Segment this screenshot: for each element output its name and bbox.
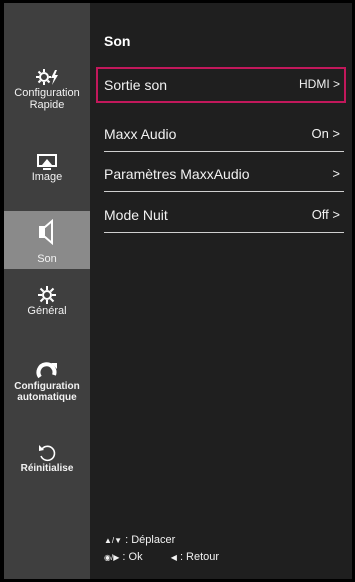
menu-row-value: On >	[311, 126, 340, 141]
menu-row-label: Maxx Audio	[104, 126, 177, 142]
hint-ok-label: : Ok	[122, 551, 143, 563]
menu-row-maxxaudio-settings[interactable]: Paramètres MaxxAudio >	[96, 156, 346, 192]
hint-move-label: : Déplacer	[125, 534, 176, 546]
divider	[104, 191, 344, 192]
sidebar-item-quick-settings[interactable]: Configuration Rapide	[4, 67, 90, 137]
menu-row-label: Sortie son	[104, 77, 168, 93]
hint-back-label: : Retour	[179, 551, 220, 563]
sidebar-item-picture[interactable]: Image	[4, 153, 90, 199]
sidebar-item-label: Général	[27, 305, 67, 317]
reset-icon	[39, 445, 56, 462]
divider	[104, 232, 344, 233]
menu-row-sortie-son[interactable]: Sortie son HDMI >	[96, 67, 346, 103]
sound-menu-panel: Son Sortie son HDMI > Maxx Audio On > Pa…	[90, 3, 352, 579]
menu-row-value: Off >	[311, 207, 340, 222]
menu-row-mode-nuit[interactable]: Mode Nuit Off >	[96, 197, 346, 233]
page-title: Son	[104, 33, 131, 49]
menu-row-value: >	[332, 166, 340, 181]
auto-config-icon	[36, 362, 57, 379]
divider	[104, 151, 344, 152]
ok-right-icon: ◉/▶	[104, 553, 120, 562]
hint-ok-back: ◉/▶ : Ok ◀ : Retour	[104, 549, 219, 566]
speaker-icon	[39, 219, 53, 245]
left-arrow-icon: ◀	[170, 553, 177, 562]
hint-move: ▲/▼ : Déplacer	[104, 532, 219, 549]
sidebar-item-auto-config[interactable]: Configuration automatique	[4, 361, 90, 419]
sidebar-item-label: Réinitialise	[20, 463, 74, 474]
sidebar-item-sound[interactable]: Son	[4, 211, 90, 269]
sidebar-item-label: Configuration Rapide	[14, 87, 80, 111]
sidebar-item-label: Configuration automatique	[14, 381, 80, 403]
sidebar-item-label: Image	[31, 171, 63, 183]
gear-icon	[38, 286, 56, 304]
up-down-arrows-icon: ▲/▼	[104, 536, 123, 545]
menu-row-label: Paramètres MaxxAudio	[104, 166, 250, 182]
menu-row-maxx-audio[interactable]: Maxx Audio On >	[96, 116, 346, 152]
sidebar: Configuration Rapide Image Son Général C…	[4, 3, 90, 579]
key-hints: ▲/▼ : Déplacer ◉/▶ : Ok ◀ : Retour	[104, 532, 219, 566]
menu-row-label: Mode Nuit	[104, 207, 168, 223]
quick-settings-icon	[36, 69, 58, 85]
sidebar-item-general[interactable]: Général	[4, 285, 90, 333]
menu-row-value: HDMI >	[298, 77, 340, 91]
osd-window: Configuration Rapide Image Son Général C…	[0, 0, 355, 582]
sidebar-item-reset[interactable]: Réinitialise	[4, 443, 90, 479]
sidebar-item-label: Son	[37, 253, 57, 265]
monitor-icon	[37, 154, 57, 170]
